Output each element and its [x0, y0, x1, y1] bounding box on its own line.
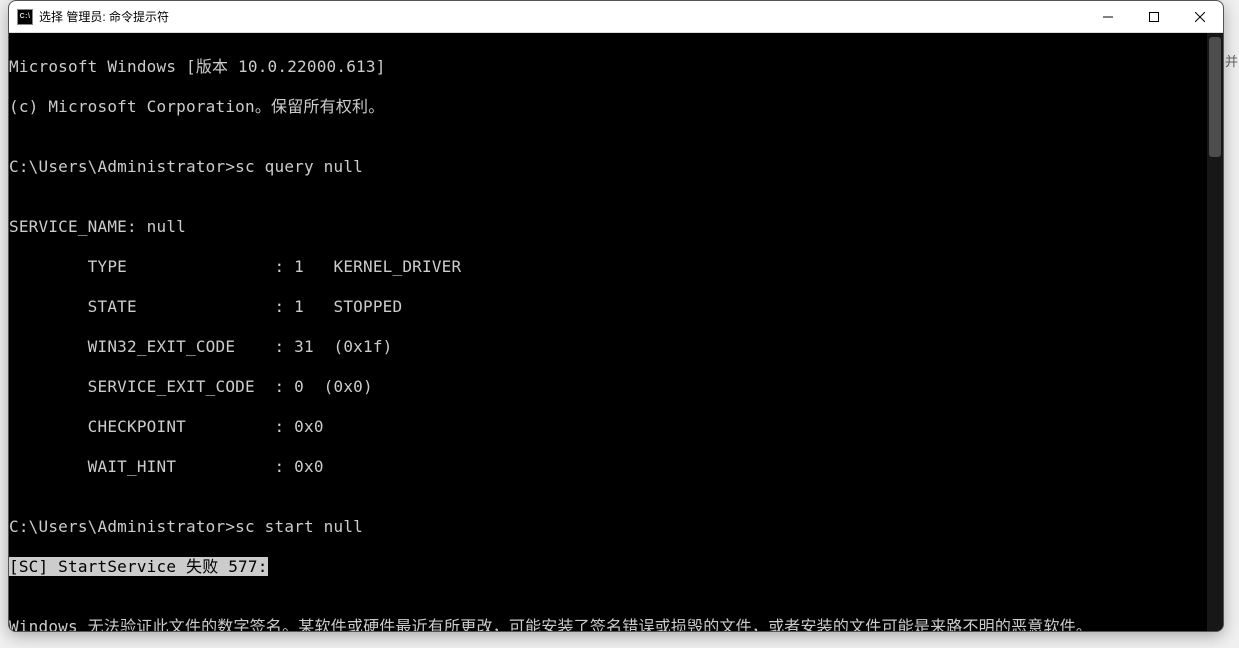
- terminal-line: C:\Users\Administrator>sc start null: [9, 517, 1223, 537]
- terminal-line: [SC] StartService 失败 577:: [9, 557, 1223, 577]
- terminal-line: STATE : 1 STOPPED: [9, 297, 1223, 317]
- window-controls: [1085, 1, 1223, 32]
- terminal-line: Microsoft Windows [版本 10.0.22000.613]: [9, 57, 1223, 77]
- minimize-button[interactable]: [1085, 1, 1131, 32]
- terminal-line: CHECKPOINT : 0x0: [9, 417, 1223, 437]
- terminal-line: WIN32_EXIT_CODE : 31 (0x1f): [9, 337, 1223, 357]
- maximize-button[interactable]: [1131, 1, 1177, 32]
- terminal-line: TYPE : 1 KERNEL_DRIVER: [9, 257, 1223, 277]
- terminal-line: SERVICE_EXIT_CODE : 0 (0x0): [9, 377, 1223, 397]
- terminal-line: (c) Microsoft Corporation。保留所有权利。: [9, 97, 1223, 117]
- selected-text: [SC] StartService 失败 577:: [9, 557, 268, 576]
- scrollbar-thumb[interactable]: [1209, 37, 1221, 157]
- titlebar[interactable]: C:\ 选择 管理员: 命令提示符: [9, 1, 1223, 33]
- terminal-output[interactable]: Microsoft Windows [版本 10.0.22000.613] (c…: [9, 33, 1223, 631]
- command-prompt-window: C:\ 选择 管理员: 命令提示符 Microsoft Windows [版本 …: [8, 0, 1224, 632]
- window-title: 选择 管理员: 命令提示符: [39, 8, 1085, 25]
- terminal-line: C:\Users\Administrator>sc query null: [9, 157, 1223, 177]
- terminal-line: Windows 无法验证此文件的数字签名。某软件或硬件最近有所更改，可能安装了签…: [9, 617, 1223, 631]
- close-button[interactable]: [1177, 1, 1223, 32]
- terminal-line: SERVICE_NAME: null: [9, 217, 1223, 237]
- cmd-icon: C:\: [17, 9, 33, 25]
- scrollbar-track[interactable]: [1207, 33, 1223, 631]
- terminal-line: WAIT_HINT : 0x0: [9, 457, 1223, 477]
